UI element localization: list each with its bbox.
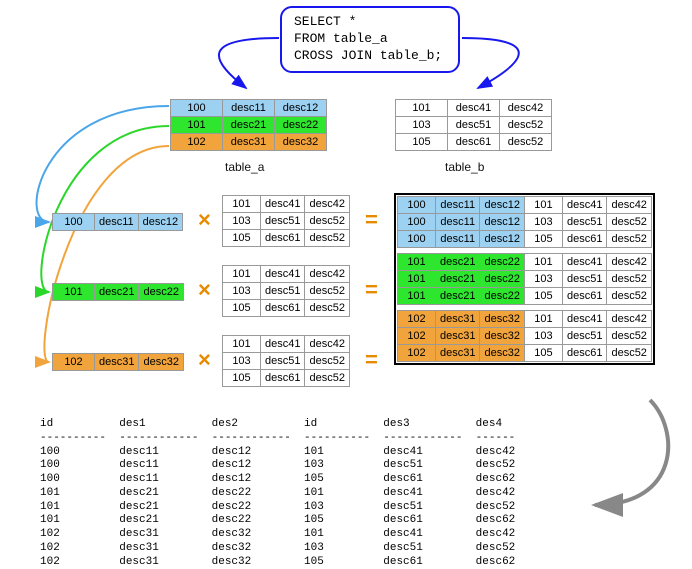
- equals-icon: =: [365, 277, 378, 303]
- single-row-a-2: 102desc31desc32: [52, 353, 184, 371]
- cross-join-result-table: 100desc11desc12101desc41desc42100desc11d…: [397, 196, 652, 362]
- sql-line: FROM table_a: [294, 31, 446, 48]
- mid-table-b-2: 101desc41desc42 103desc51desc52 105desc6…: [222, 335, 350, 387]
- sql-line: SELECT *: [294, 14, 446, 31]
- single-row-a-1: 101desc21desc22: [52, 283, 184, 301]
- sql-query-box: SELECT * FROM table_a CROSS JOIN table_b…: [280, 6, 460, 73]
- multiply-icon: ×: [198, 277, 211, 303]
- mid-table-b-0: 101desc41desc42 103desc51desc52 105desc6…: [222, 195, 350, 247]
- sql-line: CROSS JOIN table_b;: [294, 48, 446, 65]
- single-row-a-0: 100desc11desc12: [52, 213, 183, 231]
- cross-join-result-box: 100desc11desc12101desc41desc42100desc11d…: [394, 193, 655, 365]
- multiply-icon: ×: [198, 207, 211, 233]
- table-b-caption: table_b: [445, 160, 484, 174]
- equals-icon: =: [365, 347, 378, 373]
- table-a-caption: table_a: [225, 160, 264, 174]
- table-b: 101desc41desc42 103desc51desc52 105desc6…: [395, 99, 552, 151]
- equals-icon: =: [365, 207, 378, 233]
- text-output-result: id des1 des2 id des3 des4 ---------- ---…: [40, 418, 528, 569]
- table-a: 100desc11desc12 101desc21desc22 102desc3…: [170, 99, 327, 151]
- multiply-icon: ×: [198, 347, 211, 373]
- mid-table-b-1: 101desc41desc42 103desc51desc52 105desc6…: [222, 265, 350, 317]
